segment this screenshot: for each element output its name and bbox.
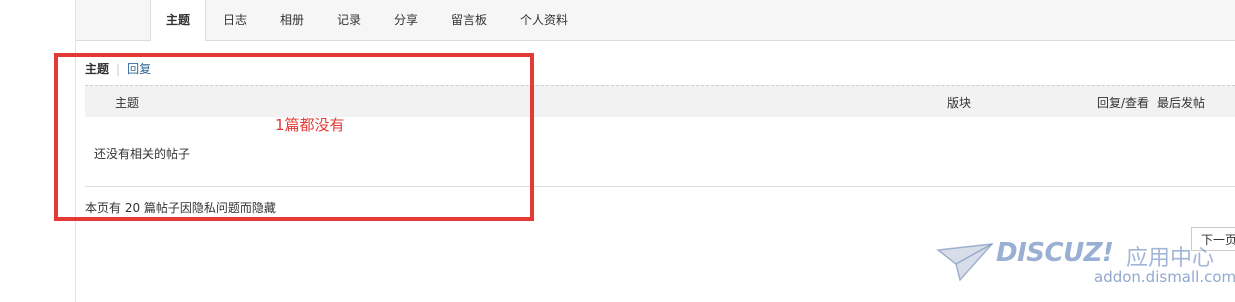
tab-message-board[interactable]: 留言板	[451, 0, 487, 40]
column-header-replies-views: 回复/查看	[1097, 96, 1150, 110]
profile-tab-bar: 主题 日志 相册 记录 分享 留言板 个人资料	[76, 0, 1235, 41]
column-header-forum: 版块	[947, 96, 972, 110]
paper-plane-icon	[936, 243, 994, 282]
tab-profile[interactable]: 个人资料	[520, 0, 568, 40]
watermark: DISCUZ! 应用中心 addon.dismall.com	[936, 238, 1235, 298]
tab-records[interactable]: 记录	[337, 0, 361, 40]
tab-blog[interactable]: 日志	[223, 0, 247, 40]
tab-album[interactable]: 相册	[280, 0, 304, 40]
tab-share[interactable]: 分享	[394, 0, 418, 40]
annotation-highlight-box	[54, 53, 534, 221]
column-header-last-post: 最后发帖	[1157, 96, 1206, 110]
tab-topics[interactable]: 主题	[150, 0, 206, 41]
watermark-logo: DISCUZ!	[996, 238, 1114, 268]
watermark-url: addon.dismall.com	[1094, 268, 1235, 286]
